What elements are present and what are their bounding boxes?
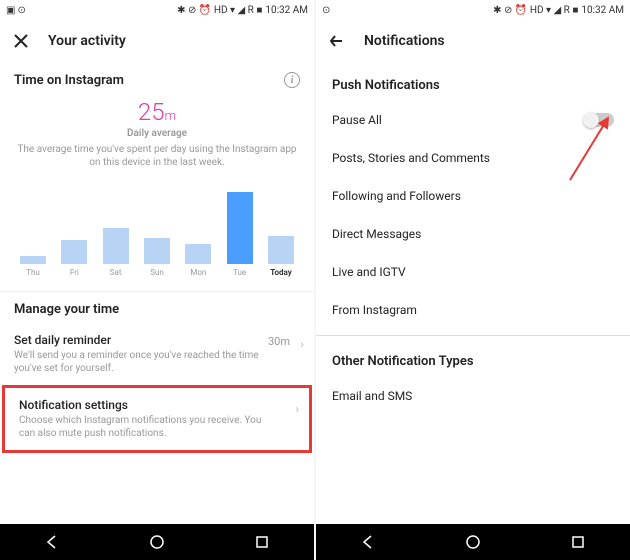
daily-average-value: 25m — [14, 98, 300, 126]
nav-back-icon[interactable] — [42, 532, 62, 552]
live-igtv-row[interactable]: Live and IGTV — [316, 253, 630, 291]
your-activity-screen: ▣⊙ ✱ ⊘ ⏰ HD ▾ ◢ R ■10:32 AM Your activit… — [0, 0, 314, 560]
chevron-right-icon: › — [295, 402, 299, 416]
following-followers-row[interactable]: Following and Followers — [316, 177, 630, 215]
android-nav-bar — [316, 524, 630, 560]
nav-home-icon[interactable] — [463, 532, 483, 552]
chart-bar: Thu — [18, 256, 48, 277]
email-sms-row[interactable]: Email and SMS — [316, 377, 630, 415]
nav-home-icon[interactable] — [147, 532, 167, 552]
chart-bar: Sat — [101, 228, 131, 277]
daily-average-label: Daily average — [14, 128, 300, 139]
app-bar: Your activity — [0, 20, 314, 62]
chart-bar: Fri — [59, 240, 89, 277]
nav-back-icon[interactable] — [358, 532, 378, 552]
chart-bar: Today — [266, 236, 296, 277]
back-arrow-icon[interactable] — [328, 32, 346, 50]
push-notifications-heading: Push Notifications — [316, 66, 630, 101]
status-bar: ⊙ ✱ ⊘ ⏰ HD ▾ ◢ R ■10:32 AM — [316, 0, 630, 20]
nav-recent-icon[interactable] — [252, 532, 272, 552]
set-daily-reminder-row[interactable]: Set daily reminder We'll send you a remi… — [0, 323, 314, 385]
daily-average-desc: The average time you've spent per day us… — [14, 143, 300, 169]
status-bar: ▣⊙ ✱ ⊘ ⏰ HD ▾ ◢ R ■10:32 AM — [0, 0, 314, 20]
highlight-annotation: Notification settings Choose which Insta… — [2, 385, 312, 453]
from-instagram-row[interactable]: From Instagram — [316, 291, 630, 329]
direct-messages-row[interactable]: Direct Messages — [316, 215, 630, 253]
time-heading: Time on Instagram i — [0, 62, 314, 94]
other-notification-types-heading: Other Notification Types — [316, 342, 630, 377]
notification-settings-row[interactable]: Notification settings Choose which Insta… — [5, 388, 309, 450]
chevron-right-icon: › — [300, 337, 304, 351]
info-icon[interactable]: i — [284, 72, 300, 88]
chart-bar: Sun — [142, 238, 172, 277]
nav-recent-icon[interactable] — [568, 532, 588, 552]
app-bar: Notifications — [316, 20, 630, 62]
page-title: Your activity — [48, 33, 126, 49]
pause-all-row[interactable]: Pause All — [316, 101, 630, 139]
pause-all-toggle[interactable] — [584, 113, 614, 127]
notifications-screen: ⊙ ✱ ⊘ ⏰ HD ▾ ◢ R ■10:32 AM Notifications… — [316, 0, 630, 560]
android-nav-bar — [0, 524, 314, 560]
usage-chart: 25m Daily average The average time you'v… — [0, 94, 314, 285]
chart-bar: Tue — [225, 192, 255, 277]
manage-heading: Manage your time — [0, 292, 314, 323]
chart-bar: Mon — [183, 244, 213, 277]
page-title: Notifications — [364, 33, 445, 49]
close-icon[interactable] — [12, 32, 30, 50]
posts-stories-comments-row[interactable]: Posts, Stories and Comments — [316, 139, 630, 177]
